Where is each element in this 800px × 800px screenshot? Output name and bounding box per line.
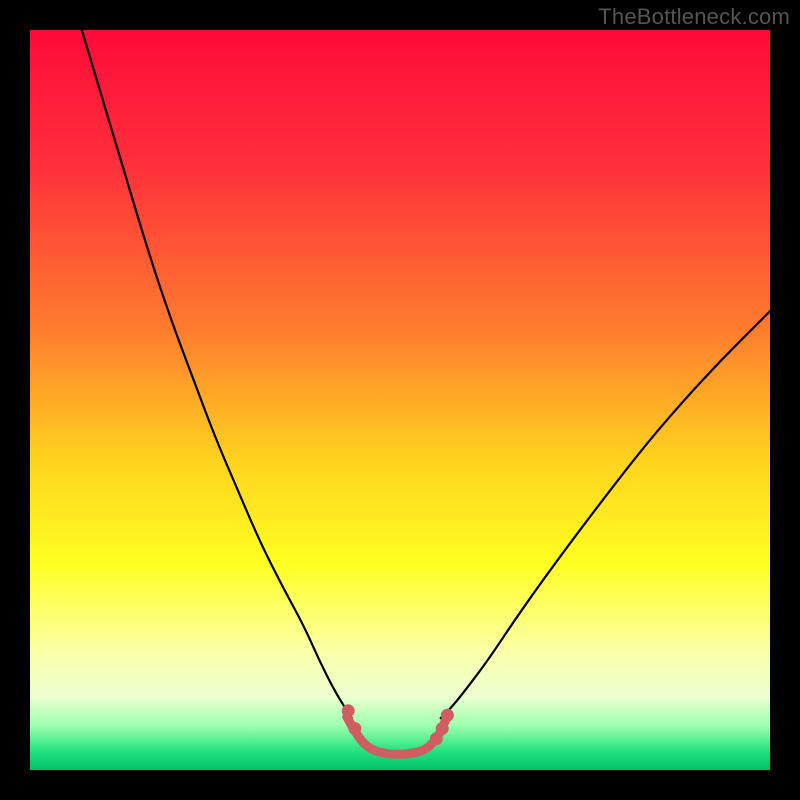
chart-frame — [30, 30, 770, 770]
marker-dot — [342, 704, 355, 717]
gradient-background — [30, 30, 770, 770]
watermark-text: TheBottleneck.com — [598, 4, 790, 30]
marker-dot — [436, 722, 449, 735]
chart-svg — [30, 30, 770, 770]
marker-dot — [441, 709, 454, 722]
marker-dot — [348, 722, 361, 735]
